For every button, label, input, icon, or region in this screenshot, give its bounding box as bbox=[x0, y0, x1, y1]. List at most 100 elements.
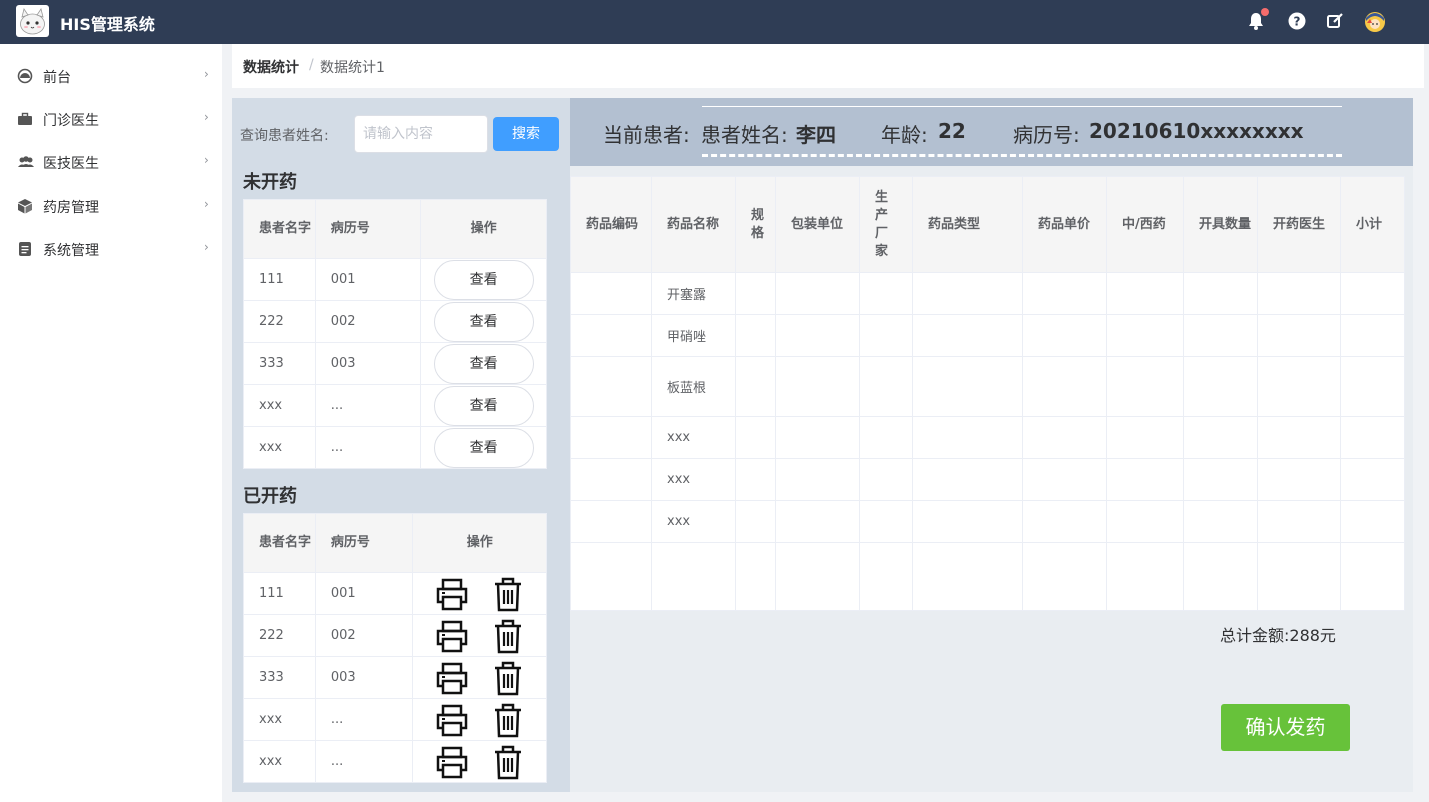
view-button[interactable]: 查看 bbox=[433, 385, 534, 426]
table-cell bbox=[912, 314, 1023, 357]
column-header: 规格 bbox=[735, 176, 776, 273]
edit-icon[interactable] bbox=[1325, 11, 1345, 31]
table-row: 222 002 bbox=[243, 614, 547, 657]
table-row: 板蓝根 bbox=[570, 356, 1405, 417]
table-row: 333 003 bbox=[243, 656, 547, 699]
table-cell bbox=[775, 500, 860, 543]
prescribed-title: 已开药 bbox=[243, 486, 297, 507]
sidebar-item-system[interactable]: 系统管理 › bbox=[0, 228, 222, 271]
sidebar-item-front-desk[interactable]: 前台 › bbox=[0, 55, 222, 98]
table-row: xxx bbox=[570, 500, 1405, 543]
column-header: 患者名字 bbox=[243, 513, 316, 573]
prescribed-table: 患者名字 病历号 操作 111 001 222 002 333 003 xxx … bbox=[243, 513, 547, 783]
patient-age-label: 年龄: bbox=[881, 123, 928, 147]
search-input[interactable] bbox=[354, 115, 488, 153]
table-cell bbox=[570, 314, 652, 357]
help-icon[interactable]: ? bbox=[1287, 11, 1307, 31]
view-button[interactable]: 查看 bbox=[433, 343, 534, 384]
printer-icon[interactable] bbox=[434, 660, 470, 696]
printer-icon[interactable] bbox=[434, 618, 470, 654]
table-cell bbox=[1106, 416, 1184, 459]
table-cell: ... bbox=[314, 698, 414, 741]
column-header: 药品单价 bbox=[1022, 176, 1107, 273]
table-cell bbox=[570, 500, 652, 543]
trash-icon[interactable] bbox=[490, 702, 526, 738]
confirm-dispense-button[interactable]: 确认发药 bbox=[1221, 704, 1350, 751]
sidebar-item-outpatient-doctor[interactable]: 门诊医生 › bbox=[0, 98, 222, 141]
sidebar-item-medtech-doctor[interactable]: 医技医生 › bbox=[0, 141, 222, 184]
table-cell: 333 bbox=[243, 342, 316, 385]
app-title: HIS管理系统 bbox=[60, 15, 155, 34]
view-button[interactable]: 查看 bbox=[433, 301, 534, 342]
table-cell: 002 bbox=[314, 300, 422, 343]
divider bbox=[702, 106, 1342, 107]
column-header: 操作 bbox=[412, 513, 547, 573]
sidebar-item-pharmacy[interactable]: 药房管理 › bbox=[0, 185, 222, 228]
bell-icon[interactable] bbox=[1246, 8, 1269, 31]
table-cell bbox=[1183, 542, 1258, 611]
table-cell bbox=[570, 458, 652, 501]
table-cell bbox=[1340, 314, 1405, 357]
view-button[interactable]: 查看 bbox=[433, 259, 534, 300]
table-cell bbox=[775, 272, 860, 315]
printer-icon[interactable] bbox=[434, 702, 470, 738]
table-cell bbox=[912, 356, 1023, 417]
chevron-right-icon: › bbox=[204, 110, 209, 124]
table-cell: ... bbox=[314, 384, 422, 427]
patient-name: 李四 bbox=[796, 123, 836, 147]
column-header: 包装单位 bbox=[775, 176, 860, 273]
patient-age: 22 bbox=[938, 119, 966, 143]
table-cell bbox=[1106, 272, 1184, 315]
table-cell bbox=[1257, 314, 1341, 357]
user-avatar-icon[interactable] bbox=[1364, 11, 1386, 33]
table-cell bbox=[775, 458, 860, 501]
table-cell: 001 bbox=[314, 572, 414, 615]
table-cell bbox=[859, 500, 913, 543]
table-cell: xxx bbox=[243, 384, 316, 427]
column-header: 操作 bbox=[420, 199, 547, 259]
table-row bbox=[570, 542, 1405, 611]
table-row: xxx bbox=[570, 416, 1405, 459]
total-amount: 总计金额:288元 bbox=[1220, 626, 1336, 645]
top-bar: HIS管理系统 ? bbox=[0, 0, 1429, 44]
table-cell: xxx bbox=[651, 416, 736, 459]
trash-icon[interactable] bbox=[490, 618, 526, 654]
column-header: 药品名称 bbox=[651, 176, 736, 273]
table-cell bbox=[912, 272, 1023, 315]
divider bbox=[702, 154, 1342, 157]
table-row: xxx ... bbox=[243, 740, 547, 783]
table-cell bbox=[1183, 356, 1258, 417]
trash-icon[interactable] bbox=[490, 660, 526, 696]
printer-icon[interactable] bbox=[434, 744, 470, 780]
table-cell bbox=[1022, 458, 1107, 501]
table-cell bbox=[859, 314, 913, 357]
table-cell bbox=[912, 500, 1023, 543]
table-cell bbox=[1340, 500, 1405, 543]
view-button[interactable]: 查看 bbox=[433, 427, 534, 468]
printer-icon[interactable] bbox=[434, 576, 470, 612]
table-cell bbox=[1183, 314, 1258, 357]
unprescribed-table: 患者名字 病历号 操作 111 001 查看 222 002 查看 333 00… bbox=[243, 199, 547, 469]
search-button[interactable]: 搜索 bbox=[493, 117, 559, 151]
table-header: 患者名字 病历号 操作 bbox=[243, 199, 547, 259]
table-cell: 222 bbox=[243, 300, 316, 343]
table-cell bbox=[1257, 458, 1341, 501]
table-cell: 001 bbox=[314, 258, 422, 301]
breadcrumb-item-stats[interactable]: 数据统计 bbox=[243, 57, 299, 77]
table-cell: 003 bbox=[314, 342, 422, 385]
table-cell bbox=[735, 458, 776, 501]
table-cell bbox=[1257, 272, 1341, 315]
table-row: 开塞露 bbox=[570, 272, 1405, 315]
logo bbox=[16, 5, 49, 37]
table-cell bbox=[1183, 458, 1258, 501]
table-cell bbox=[1340, 416, 1405, 459]
table-cell bbox=[1022, 542, 1107, 611]
trash-icon[interactable] bbox=[490, 576, 526, 612]
sidebar-item-label: 前台 bbox=[43, 70, 71, 86]
box-icon bbox=[17, 198, 33, 214]
medical-record-label: 病历号: bbox=[1013, 123, 1080, 147]
table-cell: 板蓝根 bbox=[651, 356, 736, 417]
briefcase-icon bbox=[17, 111, 33, 127]
trash-icon[interactable] bbox=[490, 744, 526, 780]
table-cell bbox=[775, 416, 860, 459]
